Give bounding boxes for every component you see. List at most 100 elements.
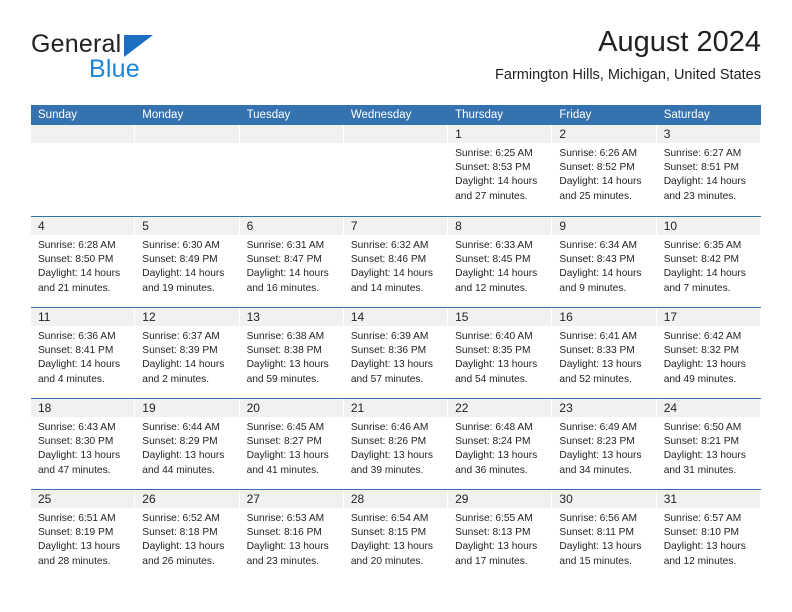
daylight-line-cont: and 4 minutes. xyxy=(38,373,105,385)
sunset-line: Sunset: 8:46 PM xyxy=(350,254,427,266)
calendar-day-cell[interactable]: 13 Sunrise: 6:38 AM Sunset: 8:38 PM Dayligh… xyxy=(239,308,344,398)
day-number-band: 12 xyxy=(135,308,240,326)
day-details: Sunrise: 6:36 AM Sunset: 8:41 PM Daylight:… xyxy=(31,326,135,387)
day-number-band: 22 xyxy=(448,399,553,417)
calendar-week-row: 11 Sunrise: 6:36 AM Sunset: 8:41 PM Dayligh… xyxy=(31,307,761,398)
daylight-line-cont: and 14 minutes. xyxy=(350,282,424,294)
calendar-day-cell[interactable]: 1 Sunrise: 6:25 AM Sunset: 8:53 PM Daylight… xyxy=(448,125,553,216)
calendar-week-row: 18 Sunrise: 6:43 AM Sunset: 8:30 PM Dayligh… xyxy=(31,398,761,489)
day-number-band: 6 xyxy=(239,217,344,235)
day-number: 9 xyxy=(559,219,567,233)
day-details: Sunrise: 6:25 AM Sunset: 8:53 PM Daylight:… xyxy=(448,143,552,204)
daylight-line: Daylight: 14 hours xyxy=(455,176,538,188)
day-number: 10 xyxy=(663,219,678,233)
calendar-day-cell[interactable]: 9 Sunrise: 6:34 AM Sunset: 8:43 PM Daylight… xyxy=(552,217,657,307)
day-number: 13 xyxy=(246,310,260,324)
sunset-line: Sunset: 8:10 PM xyxy=(663,527,740,539)
calendar-day-cell[interactable]: 27 Sunrise: 6:53 AM Sunset: 8:16 PM Dayligh… xyxy=(239,490,344,580)
calendar-week-row: 1 Sunrise: 6:25 AM Sunset: 8:53 PM Daylight… xyxy=(31,125,761,216)
logo-text-blue: Blue xyxy=(89,55,140,83)
calendar-day-cell[interactable]: 14 Sunrise: 6:39 AM Sunset: 8:36 PM Dayligh… xyxy=(343,308,449,398)
daylight-line-cont: and 31 minutes. xyxy=(663,464,737,476)
daylight-line: Daylight: 14 hours xyxy=(142,268,225,280)
general-blue-logo[interactable]: General Blue xyxy=(31,30,261,90)
day-number-band: 26 xyxy=(135,490,240,508)
day-details: Sunrise: 6:44 AM Sunset: 8:29 PM Daylight:… xyxy=(135,417,239,478)
daylight-line-cont: and 16 minutes. xyxy=(246,282,320,294)
daylight-line-cont: and 9 minutes. xyxy=(559,282,627,294)
day-details: Sunrise: 6:30 AM Sunset: 8:49 PM Daylight:… xyxy=(135,235,239,296)
calendar-day-cell[interactable]: 3 Sunrise: 6:27 AM Sunset: 8:51 PM Daylight… xyxy=(656,125,761,216)
weekday-header-row: Sunday Monday Tuesday Wednesday Thursday Frid… xyxy=(31,105,761,125)
calendar-day-cell[interactable]: 7 Sunrise: 6:32 AM Sunset: 8:46 PM Daylight… xyxy=(343,217,449,307)
day-number: 11 xyxy=(38,310,51,324)
day-number: 26 xyxy=(142,492,156,506)
daylight-line-cont: and 23 minutes. xyxy=(663,190,737,202)
daylight-line: Daylight: 13 hours xyxy=(559,541,642,553)
calendar-week-row: 25 Sunrise: 6:51 AM Sunset: 8:19 PM Dayligh… xyxy=(31,489,761,580)
calendar-day-cell[interactable]: 20 Sunrise: 6:45 AM Sunset: 8:27 PM Dayligh… xyxy=(239,399,344,489)
day-number-band: 13 xyxy=(239,308,344,326)
calendar-day-cell[interactable]: 26 Sunrise: 6:52 AM Sunset: 8:18 PM Dayligh… xyxy=(135,490,240,580)
sunset-line: Sunset: 8:21 PM xyxy=(663,436,740,448)
day-number: 31 xyxy=(663,492,678,506)
daylight-line: Daylight: 13 hours xyxy=(350,450,433,462)
day-number: 12 xyxy=(142,310,156,324)
sunrise-line: Sunrise: 6:35 AM xyxy=(663,240,742,251)
day-details: Sunrise: 6:27 AM Sunset: 8:51 PM Daylight:… xyxy=(657,143,761,204)
day-details: Sunrise: 6:31 AM Sunset: 8:47 PM Daylight:… xyxy=(240,235,344,296)
day-details: Sunrise: 6:38 AM Sunset: 8:38 PM Daylight:… xyxy=(240,326,344,387)
daylight-line-cont: and 28 minutes. xyxy=(38,555,111,567)
calendar-day-cell[interactable]: 10 Sunrise: 6:35 AM Sunset: 8:42 PM Dayligh… xyxy=(656,217,761,307)
sunset-line: Sunset: 8:41 PM xyxy=(38,345,114,357)
calendar-day-cell[interactable]: 15 Sunrise: 6:40 AM Sunset: 8:35 PM Dayligh… xyxy=(448,308,553,398)
calendar-day-cell[interactable]: 21 Sunrise: 6:46 AM Sunset: 8:26 PM Dayligh… xyxy=(343,399,449,489)
calendar-day-cell[interactable]: 11 Sunrise: 6:36 AM Sunset: 8:41 PM Dayligh… xyxy=(31,308,136,398)
calendar-day-cell[interactable]: 5 Sunrise: 6:30 AM Sunset: 8:49 PM Daylight… xyxy=(135,217,240,307)
day-details: Sunrise: 6:54 AM Sunset: 8:15 PM Daylight:… xyxy=(344,508,448,569)
day-number: 1 xyxy=(455,127,462,141)
calendar-day-cell[interactable]: 24 Sunrise: 6:50 AM Sunset: 8:21 PM Dayligh… xyxy=(656,399,761,489)
calendar-day-cell[interactable]: 22 Sunrise: 6:48 AM Sunset: 8:24 PM Dayligh… xyxy=(448,399,553,489)
calendar-day-cell[interactable]: 12 Sunrise: 6:37 AM Sunset: 8:39 PM Dayligh… xyxy=(135,308,240,398)
day-number: 28 xyxy=(350,492,365,506)
sunrise-line: Sunrise: 6:41 AM xyxy=(559,331,637,342)
sunset-line: Sunset: 8:51 PM xyxy=(663,162,740,174)
day-details: Sunrise: 6:43 AM Sunset: 8:30 PM Daylight:… xyxy=(31,417,135,478)
weekday-header-wednesday: Wednesday xyxy=(350,109,412,121)
calendar-day-cell[interactable]: 19 Sunrise: 6:44 AM Sunset: 8:29 PM Dayligh… xyxy=(135,399,240,489)
day-number: 21 xyxy=(350,401,365,415)
day-number: 25 xyxy=(38,492,52,506)
sunset-line: Sunset: 8:45 PM xyxy=(455,254,531,266)
calendar-day-cell[interactable]: 17 Sunrise: 6:42 AM Sunset: 8:32 PM Dayligh… xyxy=(656,308,761,398)
calendar-day-cell[interactable]: 29 Sunrise: 6:55 AM Sunset: 8:13 PM Dayligh… xyxy=(448,490,553,580)
calendar-day-cell[interactable]: 2 Sunrise: 6:26 AM Sunset: 8:52 PM Daylight… xyxy=(552,125,657,216)
calendar-day-cell[interactable]: 16 Sunrise: 6:41 AM Sunset: 8:33 PM Dayligh… xyxy=(552,308,657,398)
calendar-day-cell[interactable]: 4 Sunrise: 6:28 AM Sunset: 8:50 PM Daylight… xyxy=(31,217,136,307)
day-number-band xyxy=(239,125,344,143)
calendar-day-cell[interactable]: 23 Sunrise: 6:49 AM Sunset: 8:23 PM Dayligh… xyxy=(552,399,657,489)
calendar-day-cell[interactable]: 30 Sunrise: 6:56 AM Sunset: 8:11 PM Dayligh… xyxy=(552,490,657,580)
daylight-line: Daylight: 13 hours xyxy=(455,450,538,462)
sunrise-line: Sunrise: 6:31 AM xyxy=(246,240,325,251)
day-details: Sunrise: 6:49 AM Sunset: 8:23 PM Daylight:… xyxy=(552,417,656,478)
calendar-day-cell[interactable]: 28 Sunrise: 6:54 AM Sunset: 8:15 PM Dayligh… xyxy=(343,490,449,580)
calendar-day-cell[interactable]: 8 Sunrise: 6:33 AM Sunset: 8:45 PM Daylight… xyxy=(448,217,553,307)
sunset-line: Sunset: 8:26 PM xyxy=(350,436,427,448)
calendar-day-cell[interactable]: 25 Sunrise: 6:51 AM Sunset: 8:19 PM Dayligh… xyxy=(31,490,136,580)
calendar-day-cell[interactable]: 18 Sunrise: 6:43 AM Sunset: 8:30 PM Dayligh… xyxy=(31,399,136,489)
calendar-day-cell[interactable]: 31 Sunrise: 6:57 AM Sunset: 8:10 PM Dayligh… xyxy=(656,490,761,580)
day-number: 30 xyxy=(559,492,573,506)
sunset-line: Sunset: 8:52 PM xyxy=(559,162,635,174)
sunrise-line: Sunrise: 6:40 AM xyxy=(455,331,533,342)
calendar-day-cell[interactable]: 6 Sunrise: 6:31 AM Sunset: 8:47 PM Daylight… xyxy=(239,217,344,307)
day-details: Sunrise: 6:37 AM Sunset: 8:39 PM Daylight:… xyxy=(135,326,239,387)
daylight-line: Daylight: 14 hours xyxy=(38,359,121,371)
sunrise-line: Sunrise: 6:56 AM xyxy=(559,513,637,524)
day-details: Sunrise: 6:39 AM Sunset: 8:36 PM Daylight:… xyxy=(344,326,448,387)
day-number-band: 7 xyxy=(343,217,449,235)
day-number: 15 xyxy=(455,310,469,324)
sunrise-line: Sunrise: 6:30 AM xyxy=(142,240,220,251)
day-number: 18 xyxy=(38,401,52,415)
day-number: 8 xyxy=(455,219,462,233)
